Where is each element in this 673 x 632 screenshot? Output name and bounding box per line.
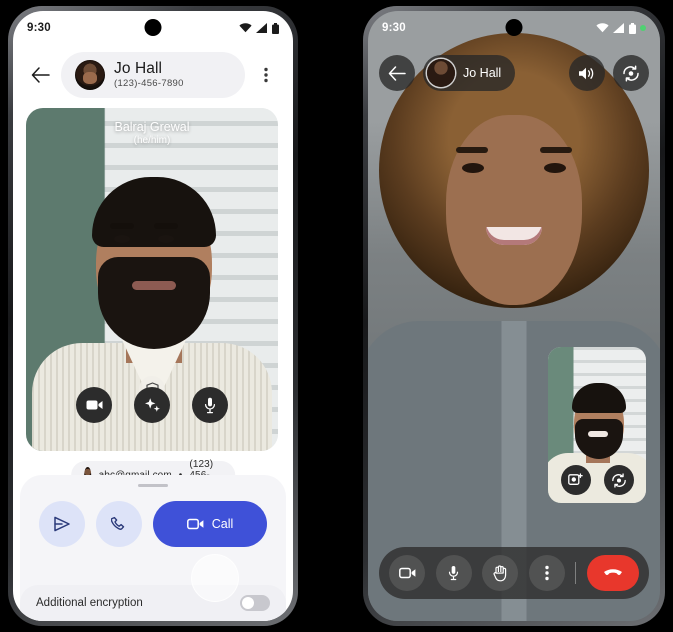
self-view-pip[interactable] (548, 347, 646, 503)
bottom-sheet: Call Additional encryption (20, 475, 286, 621)
camera-punch-hole (505, 19, 523, 36)
battery-icon (629, 22, 636, 34)
left-phone-screen: 9:30 Jo Hall (123)-456-7890 Balraj Grewa… (13, 11, 293, 621)
end-call-icon (603, 569, 622, 576)
contact-name: Jo Hall (463, 66, 502, 80)
effects-picture-icon (568, 473, 583, 485)
signal-icon (256, 23, 267, 33)
speaker-button[interactable] (569, 55, 605, 91)
self-video-actions (26, 387, 278, 423)
arrow-back-icon (388, 65, 406, 81)
pip-actions (548, 465, 646, 495)
call-controls-bar (379, 547, 649, 599)
camera-punch-hole (144, 19, 162, 36)
send-message-button[interactable] (39, 501, 85, 547)
switch-camera-button[interactable] (613, 55, 649, 91)
camera-toggle-button[interactable] (389, 555, 425, 591)
status-icons (239, 22, 279, 34)
camera-flip-icon (623, 64, 639, 82)
call-bar-divider (575, 562, 577, 584)
self-pronouns: (he/him) (133, 135, 171, 146)
raise-hand-icon (493, 564, 506, 581)
toggle-camera-button[interactable] (76, 387, 112, 423)
pip-switch-camera-button[interactable] (603, 465, 634, 495)
speaker-icon (579, 67, 594, 79)
video-camera-icon (398, 567, 415, 579)
overflow-menu-button[interactable] (249, 58, 283, 92)
call-button[interactable]: Call (153, 501, 267, 547)
raise-hand-button[interactable] (482, 555, 519, 591)
additional-encryption-row[interactable]: Additional encryption (20, 585, 286, 621)
phone-call-icon (110, 516, 124, 530)
arrow-back-icon (31, 67, 50, 83)
effects-button[interactable] (134, 387, 170, 423)
end-call-button[interactable] (586, 555, 639, 591)
camera-flip-icon (611, 472, 626, 488)
video-camera-icon (86, 400, 102, 410)
self-video-preview[interactable]: Balraj Grewal (he/him) (26, 108, 278, 451)
contact-name: Jo Hall (114, 60, 163, 77)
contact-chip[interactable]: Jo Hall (423, 55, 516, 91)
status-time: 9:30 (382, 22, 406, 34)
screenshot-stage: 9:30 Jo Hall (123)-456-7890 Balraj Grewa… (0, 0, 673, 632)
remote-person-face (446, 115, 582, 305)
wifi-icon (239, 23, 252, 33)
recording-dot-icon (640, 25, 646, 31)
self-name: Balraj Grewal (114, 120, 190, 134)
more-vertical-icon (264, 67, 268, 83)
microphone-icon (204, 397, 216, 413)
microphone-toggle-button[interactable] (435, 555, 472, 591)
contact-chip[interactable]: Jo Hall (123)-456-7890 (61, 52, 245, 98)
contact-phone: (123)-456-7890 (114, 77, 184, 89)
left-phone-frame: 9:30 Jo Hall (123)-456-7890 Balraj Grewa… (8, 6, 298, 626)
sparkle-effects-icon (144, 397, 160, 412)
avatar (75, 60, 105, 90)
sheet-actions-row: Call (20, 487, 286, 547)
left-top-bar: Jo Hall (123)-456-7890 (13, 49, 293, 101)
battery-icon (272, 22, 279, 34)
status-time: 9:30 (27, 22, 51, 34)
pip-effects-button[interactable] (560, 465, 591, 495)
microphone-icon (448, 565, 459, 581)
additional-encryption-toggle[interactable] (240, 595, 270, 611)
toggle-microphone-button[interactable] (192, 387, 228, 423)
status-icons (596, 22, 646, 34)
right-phone-screen: 9:30 Jo Hall (368, 11, 660, 621)
back-button[interactable] (23, 58, 57, 92)
video-camera-icon (186, 518, 204, 530)
back-button[interactable] (379, 55, 415, 91)
more-options-button[interactable] (528, 555, 565, 591)
more-vertical-icon (545, 565, 549, 581)
touch-ripple-indicator (191, 554, 239, 602)
right-phone-frame: 9:30 Jo Hall (363, 6, 665, 626)
wifi-icon (596, 23, 609, 33)
send-message-icon (54, 516, 70, 532)
self-video-name-overlay: Balraj Grewal (he/him) (26, 120, 278, 147)
voice-call-button[interactable] (96, 501, 142, 547)
right-top-bar: Jo Hall (368, 51, 660, 95)
avatar (427, 59, 455, 87)
call-button-label: Call (211, 517, 234, 531)
contact-chip-text: Jo Hall (123)-456-7890 (114, 60, 184, 89)
signal-icon (613, 23, 624, 33)
additional-encryption-label: Additional encryption (36, 597, 143, 609)
